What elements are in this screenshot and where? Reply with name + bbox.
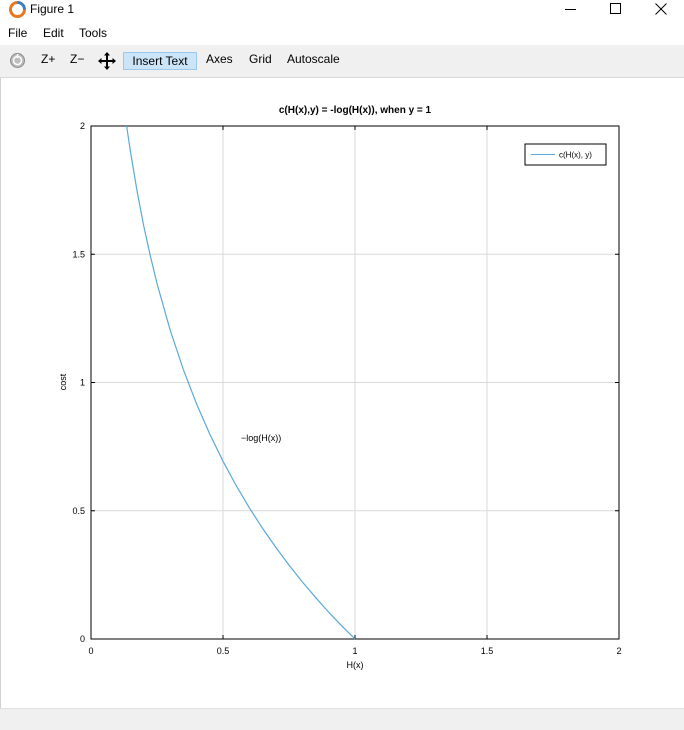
close-button[interactable] [641, 0, 681, 18]
y-tick-label: 0 [80, 634, 85, 644]
window-titlebar: Figure 1 [0, 0, 684, 20]
figure-toolbar: Z+ Z− Insert Text Axes Grid Autoscale [0, 45, 684, 78]
chart-title: c(H(x),y) = -log(H(x)), when y = 1 [279, 105, 432, 116]
x-tick-label: 0 [88, 646, 93, 656]
y-tick-label: 1 [80, 378, 85, 388]
legend[interactable]: c(H(x), y) [524, 143, 607, 166]
figure-canvas: c(H(x),y) = -log(H(x)), when y = 1 0 0.5 1… [0, 78, 684, 708]
minimize-button[interactable] [551, 0, 591, 18]
curve-annotation[interactable]: −log(H(x)) [241, 433, 281, 443]
y-tick-label: 1.5 [72, 249, 85, 259]
axes-button[interactable]: Axes [206, 52, 233, 66]
maximize-icon [610, 3, 621, 14]
rotate-icon[interactable] [9, 52, 26, 69]
x-tick-label: 1.5 [481, 646, 494, 656]
plot-svg: c(H(x),y) = -log(H(x)), when y = 1 0 0.5 1… [58, 105, 622, 670]
zoom-out-button[interactable]: Z− [70, 52, 84, 66]
x-axis-label: H(x) [347, 660, 364, 670]
x-tick-label: 2 [616, 646, 621, 656]
menu-file[interactable]: File [8, 26, 27, 40]
menu-bar: File Edit Tools [0, 24, 684, 44]
autoscale-button[interactable]: Autoscale [287, 52, 340, 66]
axis-ticks: 0 0.5 1 1.5 2 0 0.5 1 1.5 2 [72, 121, 621, 656]
y-tick-label: 2 [80, 121, 85, 131]
minimize-icon [565, 9, 576, 10]
x-tick-label: 0.5 [217, 646, 230, 656]
grid-lines [91, 126, 619, 639]
octave-icon [9, 1, 26, 18]
grid-button[interactable]: Grid [249, 52, 272, 66]
legend-label: c(H(x), y) [559, 151, 592, 160]
close-icon [655, 3, 667, 15]
menu-tools[interactable]: Tools [79, 26, 107, 40]
menu-edit[interactable]: Edit [43, 26, 64, 40]
y-tick-label: 0.5 [72, 506, 85, 516]
maximize-button[interactable] [596, 0, 636, 18]
x-tick-label: 1 [352, 646, 357, 656]
status-bar [0, 708, 684, 730]
y-axis-label: cost [58, 373, 68, 390]
zoom-in-button[interactable]: Z+ [41, 52, 55, 66]
window-title: Figure 1 [30, 2, 75, 16]
pan-icon[interactable] [98, 52, 116, 70]
insert-text-button[interactable]: Insert Text [123, 52, 197, 70]
